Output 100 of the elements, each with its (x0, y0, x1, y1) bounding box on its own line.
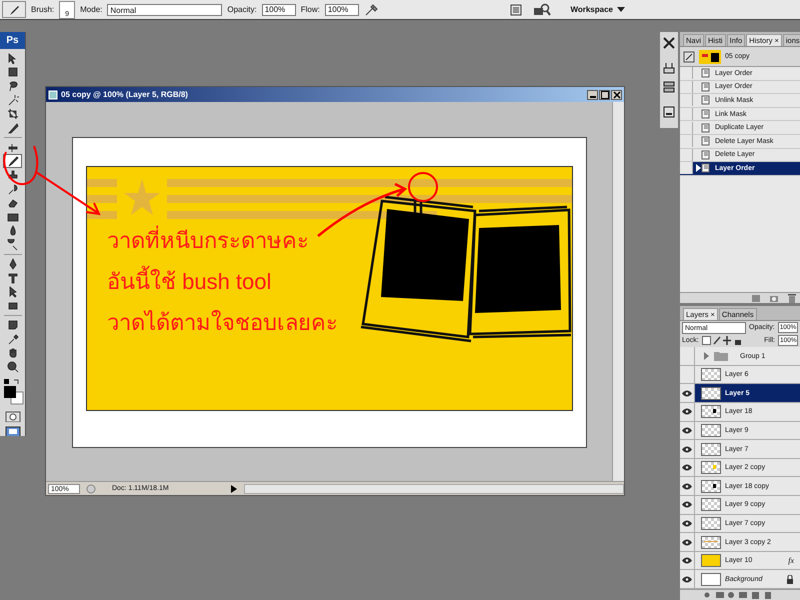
screen-mode-icon[interactable] (4, 426, 20, 436)
visibility-toggle[interactable] (680, 496, 695, 514)
canvas-text: วาดได้ตามใจชอบเลยคะ (107, 309, 338, 337)
magnifier-icon[interactable] (533, 2, 552, 16)
layer-thumbnail (701, 461, 721, 474)
layer-thumbnail (701, 498, 721, 512)
brush-tool-icon (6, 155, 18, 167)
maximize-icon (600, 90, 608, 98)
heal-tool-icon (6, 141, 18, 153)
document-icon (48, 90, 58, 100)
eye-icon (682, 390, 692, 397)
eye-icon (682, 482, 692, 490)
tools-icon[interactable] (662, 36, 676, 50)
annotation-circle (408, 172, 438, 202)
slice-tool-icon (6, 122, 18, 134)
layer-actions-icon[interactable] (704, 591, 774, 599)
close-button[interactable] (611, 90, 622, 100)
gradient-tool-icon (6, 211, 18, 223)
visibility-toggle[interactable] (680, 403, 695, 421)
eye-icon (682, 538, 692, 546)
play-arrow-icon[interactable] (230, 484, 238, 494)
history-step-icon (701, 95, 711, 106)
flow-field[interactable]: 100% (324, 4, 359, 16)
vertical-scrollbar[interactable] (612, 102, 624, 481)
history-step-icon (701, 136, 711, 146)
visibility-toggle[interactable] (680, 552, 695, 570)
opacity-field[interactable]: 100% (262, 4, 296, 16)
layer-thumbnail (701, 536, 721, 549)
eye-icon (682, 408, 692, 416)
eye-icon (682, 426, 692, 434)
shape-tool-icon (6, 300, 18, 312)
visibility-toggle[interactable] (680, 422, 695, 440)
visibility-toggle[interactable] (680, 570, 695, 588)
minimize-icon (590, 96, 596, 98)
pen-tool-icon (6, 258, 18, 270)
eye-icon (682, 501, 692, 508)
history-step-icon (701, 82, 711, 92)
layer-thumbnail (701, 368, 721, 382)
crop-tool-icon (6, 108, 18, 120)
visibility-toggle[interactable] (680, 384, 695, 402)
history-step-icon (701, 109, 711, 120)
history-step-icon (701, 68, 711, 78)
stamp-tool-icon (6, 169, 18, 181)
snapshot-brush-icon (683, 50, 695, 62)
caret-icon (617, 6, 625, 12)
camera-icon[interactable] (769, 294, 779, 303)
flow-label: Flow: (300, 5, 320, 14)
document-icon[interactable] (510, 4, 522, 16)
tool-preset-button[interactable] (2, 1, 26, 18)
hand-tool-icon (6, 347, 18, 359)
layer-thumbnail (701, 424, 721, 437)
visibility-toggle[interactable] (680, 514, 695, 532)
panel-icon[interactable] (662, 105, 676, 119)
history-step-icon (701, 163, 711, 174)
close-icon (612, 90, 620, 98)
eye-icon (682, 464, 692, 472)
wand-tool-icon (6, 94, 18, 106)
layer-thumbnail (701, 516, 721, 530)
notes-tool-icon (6, 319, 18, 331)
eye-icon (682, 446, 692, 453)
annotation-arrow (35, 171, 101, 216)
history-step-icon (701, 150, 711, 160)
layer-thumbnail (701, 554, 721, 568)
opacity-label: Opacity: (227, 5, 257, 14)
type-tool-icon (6, 272, 18, 284)
maximize-button[interactable] (599, 90, 610, 100)
layer-comps-icon[interactable] (662, 80, 676, 94)
eye-icon (682, 576, 692, 583)
layer-thumbnail (701, 572, 721, 586)
mode-dropdown[interactable]: Normal (107, 4, 222, 16)
current-state-icon (696, 164, 701, 172)
visibility-toggle[interactable] (680, 477, 695, 496)
snapshot-thumbnail-icon (699, 50, 721, 64)
marquee-tool-icon (6, 66, 18, 78)
lock-options-icon[interactable] (702, 336, 742, 346)
app-logo: Ps (0, 32, 25, 49)
eye-icon (682, 520, 692, 527)
select-tool-icon (6, 286, 18, 298)
zoom-info-icon (86, 484, 96, 494)
canvas-text: อันนี้ใช้ bush tool (107, 266, 272, 297)
layer-thumbnail (701, 405, 721, 418)
quick-mask-icon[interactable] (4, 411, 20, 422)
workspace-menu[interactable]: Workspace (570, 5, 625, 14)
layer-thumbnail (701, 442, 721, 456)
visibility-toggle[interactable] (680, 458, 695, 476)
eraser-tool-icon (6, 197, 18, 209)
horizontal-scrollbar[interactable] (244, 484, 624, 494)
folder-icon (714, 351, 728, 362)
expand-arrow-icon[interactable] (703, 352, 710, 360)
move-tool-icon (6, 52, 18, 64)
document-title: 05 copy @ 100% (Layer 5, RGB/8) (61, 90, 189, 99)
brush-label: Brush: (31, 5, 54, 14)
effects-label: fx (788, 556, 795, 566)
minimize-button[interactable] (587, 90, 598, 100)
color-swatches-icon[interactable] (2, 378, 24, 408)
lasso-tool-icon (6, 80, 18, 92)
canvas-text: วาดที่หนีบกระดาษคะ (107, 225, 309, 256)
visibility-toggle[interactable] (680, 533, 695, 551)
visibility-toggle[interactable] (680, 440, 695, 458)
eye-icon (682, 557, 692, 564)
